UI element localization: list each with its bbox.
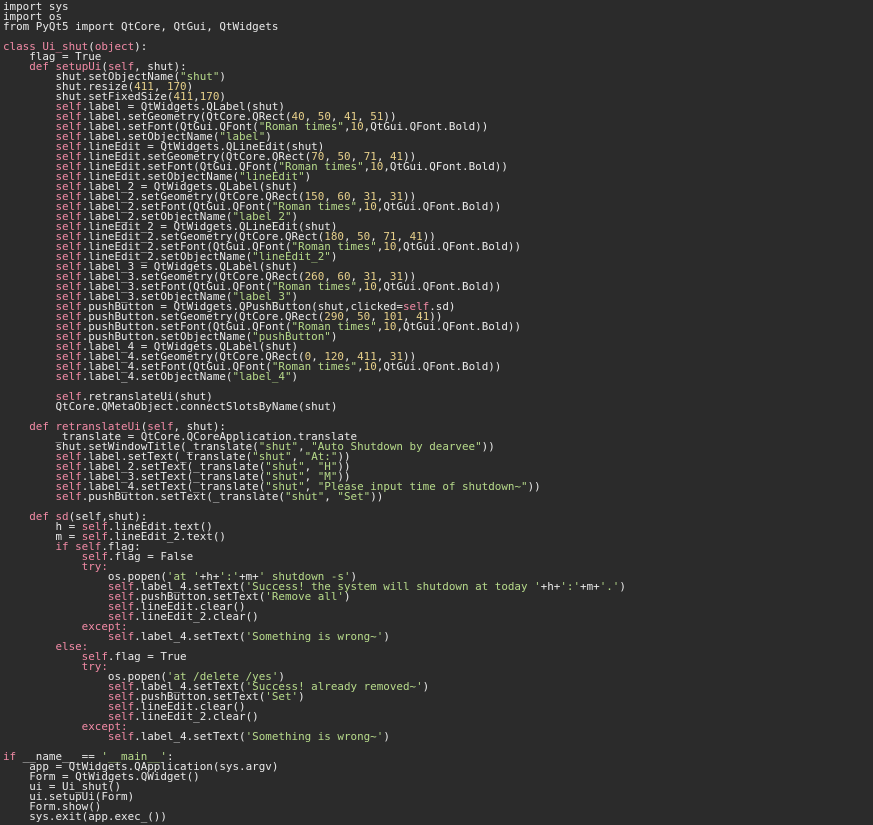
code-line: self.pushButton.setText(_translate("shut… bbox=[3, 490, 873, 503]
code-token: .label_4.setObjectName( bbox=[81, 370, 233, 383]
code-token: ) bbox=[343, 590, 351, 603]
code-token: .flag = True bbox=[107, 650, 187, 663]
code-token: ) bbox=[330, 330, 338, 343]
code-token: 10 bbox=[350, 120, 364, 133]
code-token: ,QtGui.QFont.Bold)) bbox=[363, 120, 489, 133]
code-token: ) bbox=[383, 630, 390, 643]
code-token: 10 bbox=[383, 240, 397, 253]
code-token: .pushButton.setText(_translate( bbox=[81, 490, 285, 503]
code-token: , bbox=[324, 490, 338, 503]
code-token: QtCore.QMetaObject.connectSlotsByName(sh… bbox=[3, 400, 338, 413]
code-token: ,QtGui.QFont.Bold)) bbox=[396, 320, 522, 333]
code-token: +h+ bbox=[540, 580, 561, 593]
code-line: self.label_4.setText('Something is wrong… bbox=[3, 730, 873, 743]
code-token: ) bbox=[298, 690, 305, 703]
code-token: ,QtGui.QFont.Bold)) bbox=[383, 160, 508, 173]
code-token: sys.exit(app.exec_()) bbox=[3, 810, 167, 823]
code-token: ':' bbox=[560, 580, 581, 593]
code-token: "Set" bbox=[337, 490, 371, 503]
code-line: self.label_4.setObjectName("label_4") bbox=[3, 370, 873, 383]
code-token: 'Remove all' bbox=[265, 590, 344, 603]
code-line: self.flag = False bbox=[3, 550, 873, 563]
code-token: )) bbox=[481, 440, 495, 453]
code-token: 10 bbox=[363, 200, 377, 213]
code-token: 'Set' bbox=[265, 690, 299, 703]
code-line: Form = QtWidgets.QWidget() bbox=[3, 771, 873, 782]
code-token: 'Something is wrong~' bbox=[245, 630, 384, 643]
code-line: sys.exit(app.exec_()) bbox=[3, 810, 873, 823]
code-token: +m+ bbox=[580, 580, 600, 593]
code-token: ) bbox=[330, 250, 338, 263]
code-token: 10 bbox=[363, 360, 377, 373]
code-token: '.' bbox=[599, 580, 620, 593]
code-token: 'Something is wrong~' bbox=[245, 730, 384, 743]
code-editor[interactable]: import sys import os from PyQt5 import QtC… bbox=[0, 0, 873, 825]
code-line: ui.setupUi(Form) bbox=[3, 791, 873, 802]
code-token: ) bbox=[304, 170, 312, 183]
code-token: ,QtGui.QFont.Bold)) bbox=[396, 240, 522, 253]
code-line: QtCore.QMetaObject.connectSlotsByName(sh… bbox=[3, 400, 873, 413]
code-token: ): bbox=[134, 40, 148, 53]
code-token: .flag = False bbox=[107, 550, 194, 563]
code-token: ,QtGui.QFont.Bold)) bbox=[376, 360, 502, 373]
code-token: self bbox=[3, 490, 82, 503]
code-token: 10 bbox=[370, 160, 384, 173]
code-line: class Ui_shut(object): bbox=[3, 40, 873, 53]
code-token: ,QtGui.QFont.Bold)) bbox=[376, 200, 502, 213]
code-token: )) bbox=[370, 490, 384, 503]
code-token: ,QtGui.QFont.Bold)) bbox=[376, 280, 502, 293]
code-token: .label_4.setText( bbox=[134, 630, 246, 643]
code-line: import sys bbox=[3, 1, 873, 12]
code-token: "label_4" bbox=[232, 370, 292, 383]
code-token: .lineEdit_2.clear() bbox=[134, 610, 259, 623]
code-token: ) bbox=[383, 730, 390, 743]
code-token: self bbox=[3, 730, 135, 743]
code-token: .lineEdit_2.clear() bbox=[134, 710, 259, 723]
code-token: ) bbox=[619, 580, 626, 593]
code-line: self.lineEdit_2.clear() bbox=[3, 710, 873, 723]
code-token: from PyQt5 import QtCore, QtGui, QtWidge… bbox=[3, 20, 279, 33]
code-line: self.flag = True bbox=[3, 650, 873, 663]
code-token: 10 bbox=[383, 320, 397, 333]
code-line: self.lineEdit_2.clear() bbox=[3, 610, 873, 623]
code-token: ) bbox=[219, 70, 226, 83]
code-token: "shut" bbox=[284, 490, 325, 503]
code-token: .label_4.setText( bbox=[134, 730, 246, 743]
code-token: ) bbox=[422, 680, 430, 693]
code-line: from PyQt5 import QtCore, QtGui, QtWidge… bbox=[3, 20, 873, 33]
code-token: )) bbox=[527, 480, 541, 493]
code-token: self bbox=[3, 370, 82, 383]
code-token: 10 bbox=[363, 280, 377, 293]
code-token: ) bbox=[291, 370, 299, 383]
code-line: self.label_4.setText('Something is wrong… bbox=[3, 630, 873, 643]
